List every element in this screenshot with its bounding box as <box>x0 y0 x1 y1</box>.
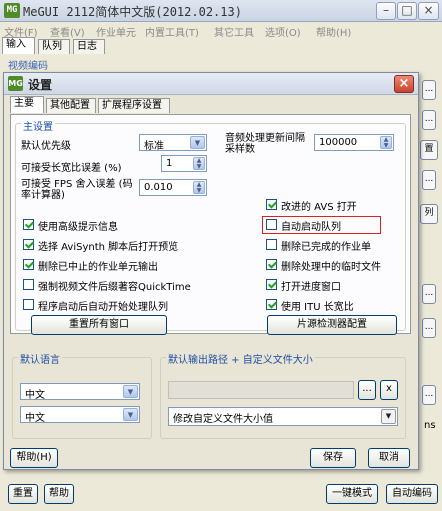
aspect-error-label: 可接受长宽比误差 (%) <box>21 163 122 174</box>
chevron-down-icon: ▼ <box>381 409 396 424</box>
menu-options[interactable]: 选项(O) <box>265 24 301 39</box>
oneclick-mode-button[interactable]: 一键模式 <box>326 484 378 504</box>
fps-error-value: 0.010 <box>144 182 173 193</box>
main-side-button-4[interactable]: ... <box>422 284 436 304</box>
video-encoding-label: 视频编码 <box>8 61 48 72</box>
megui-app-icon: MG <box>4 3 20 18</box>
main-help-button[interactable]: 帮助 <box>44 484 74 504</box>
language-group-title: 默认语言 <box>18 351 62 366</box>
cancel-button[interactable]: 取消 <box>368 448 410 468</box>
chevron-down-icon: ▼ <box>123 408 138 421</box>
delete-aborted-output-checkbox[interactable] <box>23 259 34 270</box>
avs-preview-checkbox[interactable] <box>23 239 34 250</box>
output-group-title: 默认输出路径 + 自定义文件大小 <box>166 351 315 366</box>
tab-queue[interactable]: 队列 <box>38 39 70 54</box>
avs-preview-label: 选择 AviSynth 脚本后打开预览 <box>38 242 179 253</box>
tab-input[interactable]: 输入 <box>2 37 35 54</box>
delete-completed-jobs-checkbox[interactable] <box>266 239 277 250</box>
menu-jobs[interactable]: 作业单元 <box>96 24 136 39</box>
main-settings-panel: 主设置 默认优先级 标准 ▼ 音频处理更新间隔采样数 100000 ▲ ▼ 可接受… <box>10 114 411 335</box>
aspect-error-stepper[interactable]: 1 ▲ ▼ <box>161 155 207 172</box>
auto-process-queue-checkbox[interactable] <box>23 299 34 310</box>
minimize-icon[interactable]: – <box>376 2 396 20</box>
main-close-icon[interactable]: × <box>418 2 439 20</box>
menu-other-tools[interactable]: 其它工具 <box>214 24 254 39</box>
main-side-button-config[interactable]: 置 <box>420 140 438 160</box>
language-value-1: 中文 <box>25 390 45 401</box>
maximize-icon[interactable]: □ <box>397 2 417 20</box>
open-progress-window-checkbox[interactable] <box>266 279 277 290</box>
tab-extension-settings[interactable]: 扩展程序设置 <box>98 98 170 113</box>
dialog-title-bar: MG 设置 × <box>4 73 418 95</box>
reset-windows-button[interactable]: 重置所有窗口 <box>31 315 167 335</box>
fps-error-label: 可接受 FPS 舍入误差 (码率计算器) <box>21 179 133 201</box>
audio-interval-label: 音频处理更新间隔采样数 <box>225 133 305 155</box>
output-path-input[interactable] <box>168 381 354 399</box>
main-side-button-6[interactable]: ... <box>422 385 436 405</box>
priority-select[interactable]: 标准 ▼ <box>139 134 207 152</box>
dialog-title: 设置 <box>28 78 53 92</box>
main-side-button-2[interactable]: ... <box>422 110 436 130</box>
tab-main[interactable]: 主要 <box>10 96 44 113</box>
language-select-1[interactable]: 中文 ▼ <box>20 383 140 401</box>
settings-dialog: MG 设置 × 主要 其他配置 扩展程序设置 主设置 默认优先级 标准 ▼ 音频… <box>3 72 419 470</box>
main-side-button-3[interactable]: ... <box>422 170 436 190</box>
save-button[interactable]: 保存 <box>310 448 356 468</box>
priority-label: 默认优先级 <box>21 141 71 152</box>
dialog-close-icon[interactable]: × <box>394 75 414 93</box>
auto-start-queue-checkbox[interactable] <box>266 219 277 230</box>
menu-view[interactable]: 查看(V) <box>50 24 85 39</box>
improved-avs-label: 改进的 AVS 打开 <box>281 202 357 213</box>
advanced-tooltips-checkbox[interactable] <box>23 219 34 230</box>
delete-completed-jobs-label: 删除已完成的作业单 <box>281 242 371 253</box>
itu-aspect-checkbox[interactable] <box>266 299 277 310</box>
chevron-down-icon: ▼ <box>190 136 205 149</box>
spin-arrows-icon[interactable]: ▲ ▼ <box>193 181 205 194</box>
auto-encode-button[interactable]: 自动编码 <box>386 484 438 504</box>
main-window-title: MeGUI 2112简体中文版(2012.02.13) <box>23 5 242 19</box>
source-detector-button[interactable]: 片源检测器配置 <box>267 315 397 335</box>
audio-interval-stepper[interactable]: 100000 ▲ ▼ <box>314 134 394 151</box>
advanced-tooltips-label: 使用高级提示信息 <box>38 222 118 233</box>
main-side-button-5[interactable]: ... <box>422 318 436 338</box>
menu-tools[interactable]: 内置工具(T) <box>145 24 199 39</box>
audio-interval-value: 100000 <box>319 137 358 148</box>
delete-temp-files-label: 删除处理中的临时文件 <box>281 262 381 273</box>
dialog-help-button[interactable]: 帮助(H) <box>10 448 58 468</box>
priority-value: 标准 <box>144 141 164 152</box>
clear-path-button[interactable]: x <box>380 380 398 400</box>
reset-button[interactable]: 重置 <box>8 484 38 504</box>
custom-filesize-value: 修改自定义文件大小值 <box>173 414 273 425</box>
main-title-bar: MG MeGUI 2112简体中文版(2012.02.13) – □ × <box>0 0 442 22</box>
open-progress-window-label: 打开进度窗口 <box>281 282 341 293</box>
auto-start-queue-label: 自动启动队列 <box>281 222 341 233</box>
main-side-text: ns <box>424 420 436 431</box>
force-quicktime-label: 强制视频文件后缀著容QuickTime <box>38 282 191 293</box>
language-value-2: 中文 <box>25 413 45 424</box>
dialog-app-icon: MG <box>8 76 23 91</box>
auto-process-queue-label: 程序启动后自动开始处理队列 <box>38 302 168 313</box>
main-side-button-1[interactable]: ... <box>422 80 436 100</box>
fps-error-stepper[interactable]: 0.010 ▲ ▼ <box>139 179 207 196</box>
chevron-down-icon: ▼ <box>123 385 138 398</box>
main-side-button-queue[interactable]: 列 <box>420 204 438 224</box>
delete-temp-files-checkbox[interactable] <box>266 259 277 270</box>
aspect-error-value: 1 <box>166 158 173 169</box>
tab-log[interactable]: 日志 <box>73 39 105 54</box>
custom-filesize-select[interactable]: 修改自定义文件大小值 ▼ <box>168 407 398 426</box>
delete-aborted-output-label: 删除已中止的作业单元输出 <box>38 262 158 273</box>
tab-other-config[interactable]: 其他配置 <box>46 98 96 113</box>
menu-help[interactable]: 帮助(H) <box>316 24 351 39</box>
improved-avs-checkbox[interactable] <box>266 199 277 210</box>
main-group-title: 主设置 <box>21 118 55 133</box>
spin-arrows-icon[interactable]: ▲ ▼ <box>193 157 205 170</box>
menu-bar: 文件(F) 查看(V) 作业单元 内置工具(T) 其它工具 选项(O) 帮助(H… <box>0 22 442 39</box>
browse-path-button[interactable]: ... <box>358 380 376 400</box>
force-quicktime-checkbox[interactable] <box>23 279 34 290</box>
language-select-2[interactable]: 中文 ▼ <box>20 406 140 424</box>
itu-aspect-label: 使用 ITU 长宽比 <box>281 302 354 313</box>
spin-arrows-icon[interactable]: ▲ ▼ <box>380 136 392 149</box>
